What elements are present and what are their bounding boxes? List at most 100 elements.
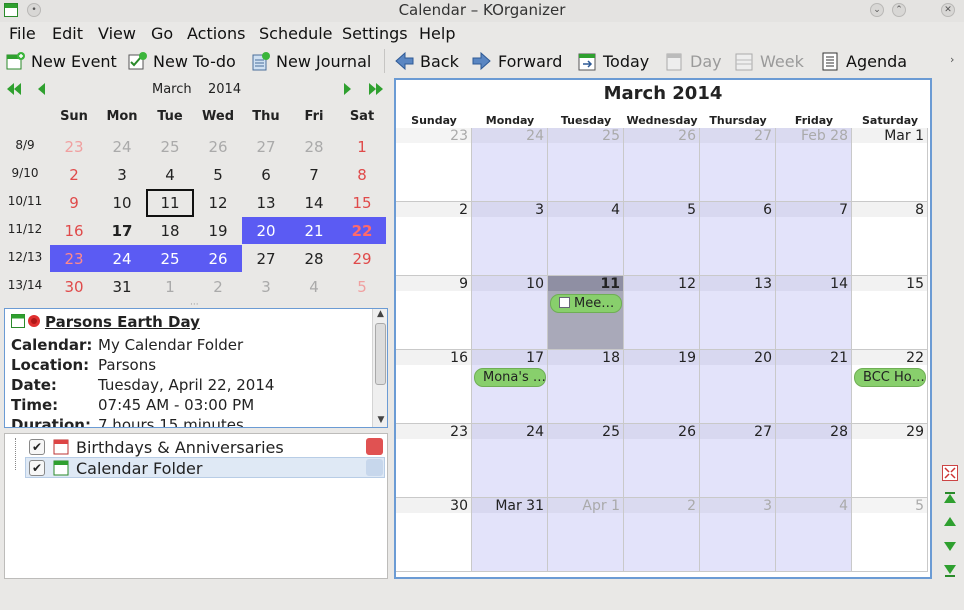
month-day-cell[interactable]: 25 — [548, 128, 624, 202]
month-day-cell[interactable]: 26 — [624, 424, 700, 498]
menu-file[interactable]: File — [9, 24, 36, 43]
menu-help[interactable]: Help — [419, 24, 455, 43]
maximize-button[interactable]: ⌃ — [892, 3, 906, 17]
mini-month-label[interactable]: March — [152, 82, 192, 97]
mini-day[interactable]: 9 — [50, 189, 98, 217]
month-day-cell[interactable]: 15 — [852, 276, 928, 350]
month-day-cell[interactable]: Mar 1 — [852, 128, 928, 202]
mini-day[interactable]: 6 — [242, 161, 290, 189]
month-day-cell[interactable]: 6 — [700, 202, 776, 276]
scroll-up-arrow-icon[interactable]: ▲ — [373, 309, 387, 321]
mini-day[interactable]: 4 — [290, 273, 338, 301]
day-number[interactable]: 5 — [687, 202, 696, 218]
calendar-checkbox[interactable]: ✔ — [29, 460, 45, 476]
next-year-icon[interactable] — [368, 82, 384, 100]
day-number[interactable]: 23 — [450, 424, 468, 440]
month-day-cell[interactable]: 23 — [396, 424, 472, 498]
day-number[interactable]: 17 — [526, 350, 544, 366]
prev-month-icon[interactable] — [36, 82, 46, 100]
mini-day[interactable]: 14 — [290, 189, 338, 217]
week-number[interactable]: 12/13 — [5, 250, 45, 264]
day-number[interactable]: 24 — [526, 128, 544, 144]
day-number[interactable]: 26 — [678, 128, 696, 144]
month-day-cell[interactable]: 28 — [776, 424, 852, 498]
scroll-down-arrow-icon[interactable]: ▼ — [373, 415, 387, 425]
day-number[interactable]: 19 — [678, 350, 696, 366]
month-day-cell[interactable]: 11 — [548, 276, 624, 350]
week-number[interactable]: 9/10 — [5, 166, 45, 180]
day-number[interactable]: 18 — [602, 350, 620, 366]
mini-day[interactable]: 26 — [194, 245, 242, 273]
calendar-name[interactable]: Birthdays & Anniversaries — [76, 438, 284, 457]
week-number[interactable]: 8/9 — [5, 138, 45, 152]
day-number[interactable]: 13 — [754, 276, 772, 292]
day-number[interactable]: 3 — [763, 498, 772, 514]
day-number[interactable]: 27 — [754, 128, 772, 144]
month-day-cell[interactable]: Mar 31 — [472, 498, 548, 572]
mini-day[interactable]: 18 — [146, 217, 194, 245]
mini-day[interactable]: 11 — [146, 189, 194, 217]
month-day-cell[interactable]: 2 — [624, 498, 700, 572]
mini-day[interactable]: 30 — [50, 273, 98, 301]
event-pill[interactable]: Mee… — [550, 294, 622, 313]
mini-day[interactable]: 26 — [194, 133, 242, 161]
scroll-thumb[interactable] — [375, 323, 386, 385]
week-view-button[interactable]: Week — [734, 49, 804, 73]
mini-day[interactable]: 5 — [194, 161, 242, 189]
mini-day[interactable]: 19 — [194, 217, 242, 245]
day-number[interactable]: 15 — [906, 276, 924, 292]
mini-day[interactable]: 23 — [50, 133, 98, 161]
month-day-cell[interactable]: 20 — [700, 350, 776, 424]
month-day-cell[interactable]: 7 — [776, 202, 852, 276]
menu-edit[interactable]: Edit — [52, 24, 83, 43]
mini-day[interactable]: 7 — [290, 161, 338, 189]
day-number[interactable]: Feb 28 — [801, 128, 848, 144]
mini-day[interactable]: 22 — [338, 217, 386, 245]
scroll-bottom-icon[interactable] — [942, 562, 958, 578]
month-day-cell[interactable]: 23 — [396, 128, 472, 202]
month-day-cell[interactable]: 30 — [396, 498, 472, 572]
day-number[interactable]: 24 — [526, 424, 544, 440]
day-number[interactable]: 5 — [915, 498, 924, 514]
new-event-button[interactable]: New Event — [5, 49, 117, 73]
month-day-cell[interactable]: 16 — [396, 350, 472, 424]
next-month-icon[interactable] — [343, 82, 353, 100]
mini-day[interactable]: 3 — [98, 161, 146, 189]
mini-day[interactable]: 2 — [50, 161, 98, 189]
day-number[interactable]: 14 — [830, 276, 848, 292]
mini-day[interactable]: 15 — [338, 189, 386, 217]
month-day-cell[interactable]: 22 — [852, 350, 928, 424]
month-day-cell[interactable]: 10 — [472, 276, 548, 350]
day-number[interactable]: 23 — [450, 128, 468, 144]
mini-day[interactable]: 20 — [242, 217, 290, 245]
day-number[interactable]: 4 — [611, 202, 620, 218]
back-button[interactable]: Back — [394, 49, 459, 73]
week-number[interactable]: 11/12 — [5, 222, 45, 236]
month-day-cell[interactable]: 8 — [852, 202, 928, 276]
month-day-cell[interactable]: 25 — [548, 424, 624, 498]
mini-day[interactable]: 4 — [146, 161, 194, 189]
mini-day[interactable]: 5 — [338, 273, 386, 301]
month-day-cell[interactable]: 4 — [548, 202, 624, 276]
prev-year-icon[interactable] — [6, 82, 22, 100]
day-number[interactable]: 29 — [906, 424, 924, 440]
menu-actions[interactable]: Actions — [187, 24, 245, 43]
month-day-cell[interactable]: 2 — [396, 202, 472, 276]
day-number[interactable]: Apr 1 — [582, 498, 620, 514]
mini-day[interactable]: 28 — [290, 133, 338, 161]
forward-button[interactable]: Forward — [472, 49, 562, 73]
mini-day[interactable]: 25 — [146, 245, 194, 273]
mini-day[interactable]: 24 — [98, 245, 146, 273]
mini-day[interactable]: 27 — [242, 133, 290, 161]
day-number[interactable]: 30 — [450, 498, 468, 514]
day-number[interactable]: 10 — [526, 276, 544, 292]
day-number[interactable]: 8 — [915, 202, 924, 218]
day-number[interactable]: 3 — [535, 202, 544, 218]
mini-day[interactable]: 27 — [242, 245, 290, 273]
day-number[interactable]: 12 — [678, 276, 696, 292]
month-day-cell[interactable]: 27 — [700, 128, 776, 202]
mini-day[interactable]: 8 — [338, 161, 386, 189]
day-number[interactable]: 20 — [754, 350, 772, 366]
day-number[interactable]: 21 — [830, 350, 848, 366]
month-day-cell[interactable]: 19 — [624, 350, 700, 424]
